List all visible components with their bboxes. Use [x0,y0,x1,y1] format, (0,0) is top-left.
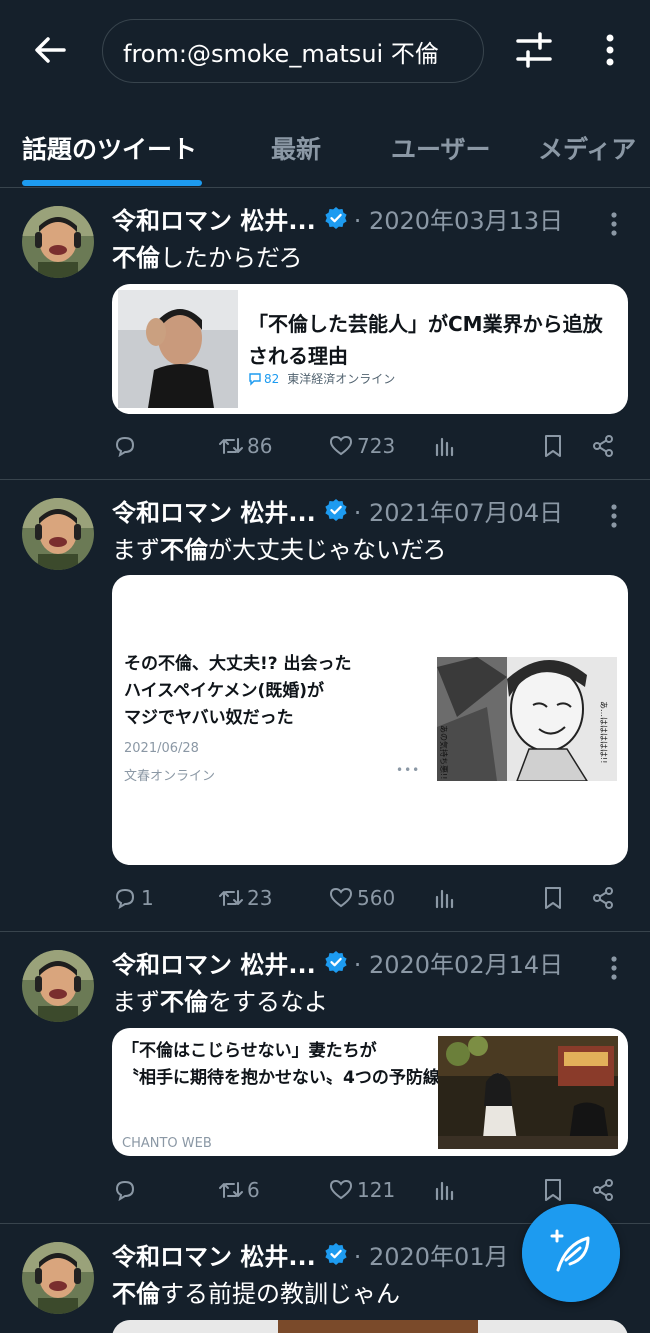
bookmark-button[interactable] [540,428,566,464]
tab-people[interactable]: ユーザー [391,130,491,166]
analytics-icon [435,1181,454,1201]
bookmark-button[interactable] [540,880,566,916]
retweet-icon [219,438,243,454]
tweet-text: まず不倫が大丈夫じゃないだろ [112,536,447,564]
tweet-header: 令和ロマン 松井... · 2020年02月14日 [112,944,632,980]
avatar[interactable] [22,950,94,1022]
tweet-actions: 1 23 560 [112,880,622,916]
bookmark-button[interactable] [540,1172,566,1208]
like-button[interactable]: 560 [328,880,395,916]
kebab-icon[interactable] [598,30,622,70]
bookmark-icon [545,435,561,457]
top-bar: from:@smoke_matsui 不倫 [0,0,650,100]
arrow-left-icon[interactable] [30,30,70,70]
card-source: 文春オンライン [124,769,216,784]
tweet-actions: 6 121 [112,1172,622,1208]
analytics-icon [435,437,454,457]
tweet-actions: 86 723 [112,428,622,464]
retweet-button[interactable]: 6 [218,1172,260,1208]
tab-media[interactable]: メディア [538,130,636,166]
tweet[interactable]: 令和ロマン 松井... · 2021年07月04日 まず不倫が大丈夫じゃないだろ… [0,480,650,932]
heart-icon [329,887,353,908]
card-thumbnail: あ…ははははは!! あの気持ち悪!! [437,657,617,781]
share-button[interactable] [590,1172,616,1208]
share-button[interactable] [590,428,616,464]
tweet-date[interactable]: · 2020年02月14日 [354,945,563,980]
tab-latest[interactable]: 最新 [271,130,321,166]
card-date: 2021/06/28 [124,741,199,756]
like-button[interactable]: 121 [328,1172,395,1208]
share-icon [593,887,613,909]
bookmark-icon [545,887,561,909]
tweet-text: まず不倫をするなよ [112,988,328,1016]
reply-icon [115,436,135,458]
views-button[interactable] [432,428,458,464]
card-title: 「不倫した芸能人」がCM業界から追放される理由 [248,312,603,368]
comment-icon [249,372,261,386]
card-meta: 82 東洋経済オンライン [248,370,395,387]
avatar[interactable] [22,498,94,570]
link-card[interactable] [112,1320,628,1333]
tweet-header: 令和ロマン 松井... · 2021年07月04日 [112,492,632,528]
reply-icon [115,1180,135,1202]
tweet-date[interactable]: · 2021年07月04日 [354,493,563,528]
share-icon [593,1179,613,1201]
analytics-icon [435,889,454,909]
card-source: CHANTO WEB [122,1136,212,1151]
link-card[interactable]: 「不倫した芸能人」がCM業界から追放される理由 82 東洋経済オンライン [112,284,628,414]
tweet[interactable]: 令和ロマン 松井... · 2020年03月13日 不倫したからだろ 「不倫した… [0,188,650,480]
manga-caption: あの気持ち悪!! [439,725,449,779]
card-thumbnail [278,1320,478,1333]
tweet-menu-icon[interactable] [606,954,622,982]
share-icon [593,435,613,457]
link-card[interactable]: 「不倫はこじらせない」妻たちが 〝相手に期待を抱かせない〟4つの予防線 CHAN… [112,1028,628,1156]
card-title: 「不倫はこじらせない」妻たちが 〝相手に期待を抱かせない〟4つの予防線 [122,1041,440,1088]
avatar[interactable] [22,1242,94,1314]
tweet-text: 不倫する前提の教訓じゃん [112,1280,400,1308]
display-name[interactable]: 令和ロマン 松井... [112,945,316,980]
display-name[interactable]: 令和ロマン 松井... [112,493,316,528]
sliders-icon[interactable] [514,30,554,70]
share-button[interactable] [590,880,616,916]
tweet-text: 不倫したからだろ [112,244,303,272]
tweet-menu-icon[interactable] [606,210,622,238]
search-tabs: 話題のツイート 最新 ユーザー メディア [0,110,650,188]
retweet-button[interactable]: 86 [218,428,272,464]
card-title: その不倫、大丈夫!? 出会った ハイスペイケメン(既婚)が マジでヤバい奴だった [124,654,352,728]
link-card[interactable]: その不倫、大丈夫!? 出会った ハイスペイケメン(既婚)が マジでヤバい奴だった… [112,575,628,865]
tweet-menu-icon[interactable] [606,502,622,530]
reply-button[interactable] [112,428,141,464]
reply-icon [115,888,135,910]
search-input[interactable]: from:@smoke_matsui 不倫 [102,19,484,83]
card-more-icon[interactable]: ••• [396,763,420,777]
views-button[interactable] [432,1172,458,1208]
bookmark-icon [545,1179,561,1201]
avatar[interactable] [22,206,94,278]
tweet-date[interactable]: · 2020年01月 [354,1237,509,1272]
verified-badge-icon [325,499,347,521]
compose-feather-icon[interactable] [522,1204,620,1302]
display-name[interactable]: 令和ロマン 松井... [112,201,316,236]
manga-caption: あ…ははははは!! [599,701,608,763]
retweet-button[interactable]: 23 [218,880,272,916]
card-thumbnail [118,290,238,408]
verified-badge-icon [325,207,347,229]
like-button[interactable]: 723 [328,428,395,464]
verified-badge-icon [325,951,347,973]
verified-badge-icon [325,1243,347,1265]
reply-button[interactable] [112,1172,141,1208]
views-button[interactable] [432,880,458,916]
card-thumbnail [438,1036,618,1149]
tweet-header: 令和ロマン 松井... · 2020年03月13日 [112,200,632,236]
display-name[interactable]: 令和ロマン 松井... [112,1237,316,1272]
tweet-date[interactable]: · 2020年03月13日 [354,201,563,236]
retweet-icon [219,1182,243,1198]
retweet-icon [219,890,243,906]
tweet[interactable]: 令和ロマン 松井... · 2020年02月14日 まず不倫をするなよ 「不倫は… [0,932,650,1224]
reply-button[interactable]: 1 [112,880,154,916]
heart-icon [329,435,353,456]
tab-top[interactable]: 話題のツイート [22,130,197,166]
heart-icon [329,1179,353,1200]
active-tab-indicator [22,180,202,186]
